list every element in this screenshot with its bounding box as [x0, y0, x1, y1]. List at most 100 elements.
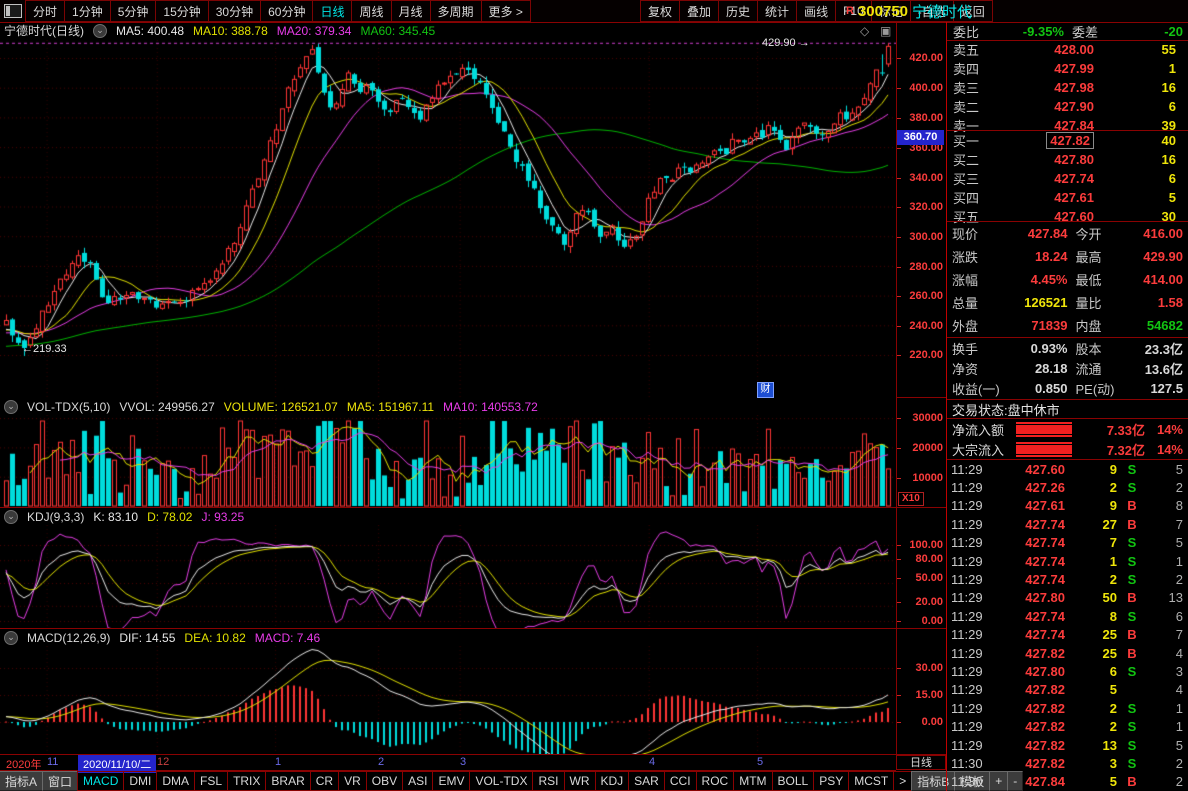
level-price-value: 427.90 [1054, 99, 1094, 114]
volume-canvas[interactable] [0, 415, 896, 507]
y-axis-label: 50.00 [915, 572, 943, 584]
minimize-window-icon[interactable]: ▣ [880, 24, 891, 38]
bid-row[interactable]: 买二427.8016 [947, 150, 1188, 169]
macd-canvas[interactable] [0, 646, 896, 754]
tick-flag: B [1117, 774, 1147, 789]
tick-volume: 5 [1065, 682, 1117, 697]
ask-row[interactable]: 卖三427.9816 [947, 78, 1188, 97]
period-button-15分钟[interactable]: 15分钟 [155, 0, 208, 22]
tick-volume: 2 [1065, 701, 1117, 716]
tick-time: 11:29 [947, 701, 993, 716]
volume-pane: ⌄ VOL-TDX(5,10)VVOL: 249956.27VOLUME: 12… [0, 398, 946, 508]
flow-label: 净流入额 [947, 420, 1016, 439]
tick-time: 11:29 [947, 609, 993, 624]
ask-row[interactable]: 卖五428.0055 [947, 40, 1188, 59]
period-button-日线[interactable]: 日线 [312, 0, 352, 22]
ask-row[interactable]: 卖四427.991 [947, 59, 1188, 78]
indicator-tab-VOL-TDX[interactable]: VOL-TDX [469, 771, 533, 791]
indicator-tab-KDJ[interactable]: KDJ [595, 771, 630, 791]
tick-row: 11:29427.609S5 [947, 460, 1188, 478]
indicator-tab-BOLL[interactable]: BOLL [772, 771, 815, 791]
tick-time: 11:30 [947, 756, 993, 771]
action-button-历史[interactable]: 历史 [718, 0, 758, 22]
tick-list[interactable]: 11:29427.609S511:29427.262S211:29427.619… [947, 460, 1188, 791]
period-bar: 分时1分钟5分钟15分钟30分钟60分钟日线周线月线多周期更多 > [26, 0, 531, 22]
indicator-tab-BRAR[interactable]: BRAR [265, 771, 310, 791]
action-button-复权[interactable]: 复权 [640, 0, 680, 22]
level-price: 427.90 [999, 99, 1120, 114]
main-candlestick-canvas[interactable] [0, 40, 896, 398]
flow-value: 7.33亿 [1072, 420, 1145, 439]
indicator-tab-指标A[interactable]: 指标A [0, 771, 43, 791]
quote-value: 414.00 [1126, 272, 1188, 287]
kdj-canvas[interactable] [0, 525, 896, 628]
diamond-marker-icon[interactable]: ◇ [860, 24, 869, 38]
action-button-画线[interactable]: 画线 [796, 0, 836, 22]
bid-row[interactable]: 买一427.8240 [947, 131, 1188, 150]
level-price-value: 427.74 [1054, 171, 1094, 186]
legend-item: VVOL: 249956.27 [119, 400, 214, 414]
indicator-tab-MACD[interactable]: MACD [77, 771, 124, 791]
indicator-tab-EMV[interactable]: EMV [432, 771, 470, 791]
indicator-tab-CR[interactable]: CR [310, 771, 339, 791]
period-button-月线[interactable]: 月线 [391, 0, 431, 22]
period-button-更多 >[interactable]: 更多 > [481, 0, 531, 22]
registered-flag: R [846, 5, 854, 17]
tick-row: 11:29427.8254 [947, 681, 1188, 699]
tick-time: 11:29 [947, 738, 993, 753]
indicator-tab-CCI[interactable]: CCI [664, 771, 697, 791]
indicator-tab-SAR[interactable]: SAR [628, 771, 665, 791]
indicator-tab-MCST[interactable]: MCST [848, 771, 894, 791]
action-button-统计[interactable]: 统计 [757, 0, 797, 22]
ask-levels: 卖五428.0055卖四427.991卖三427.9816卖二427.906卖一… [947, 40, 1188, 130]
tick-flag: S [1117, 701, 1147, 716]
period-button-1分钟[interactable]: 1分钟 [64, 0, 111, 22]
indicator-tab-PSY[interactable]: PSY [813, 771, 849, 791]
tick-flag: B [1117, 646, 1147, 661]
tick-count: 2 [1147, 774, 1188, 789]
legend-item: MA20: 379.34 [277, 24, 352, 38]
collapse-icon[interactable]: ⌄ [93, 24, 107, 38]
indicator-tab-FSL[interactable]: FSL [194, 771, 228, 791]
legend-item: VOLUME: 126521.07 [224, 400, 338, 414]
period-button-60分钟[interactable]: 60分钟 [260, 0, 313, 22]
period-button-周线[interactable]: 周线 [351, 0, 391, 22]
axis-tick [897, 178, 901, 179]
collapse-icon[interactable]: ⌄ [4, 631, 18, 645]
collapse-icon[interactable]: ⌄ [4, 510, 18, 524]
indicator-tab-OBV[interactable]: OBV [366, 771, 403, 791]
indicator-tab-窗口[interactable]: 窗口 [42, 771, 78, 791]
window-layout-icon[interactable] [4, 4, 22, 18]
ask-row[interactable]: 卖二427.906 [947, 97, 1188, 116]
collapse-icon[interactable]: ⌄ [4, 400, 18, 414]
indicator-tab-ROC[interactable]: ROC [696, 771, 735, 791]
bid-row[interactable]: 买四427.615 [947, 188, 1188, 207]
period-button-分时[interactable]: 分时 [25, 0, 65, 22]
indicator-tab-VR[interactable]: VR [338, 771, 367, 791]
indicator-tab-RSI[interactable]: RSI [532, 771, 564, 791]
period-button-30分钟[interactable]: 30分钟 [208, 0, 261, 22]
tick-flag: B [1117, 498, 1147, 513]
period-button-多周期[interactable]: 多周期 [430, 0, 482, 22]
tick-time: 11:29 [947, 682, 993, 697]
indicator-tab-TRIX[interactable]: TRIX [227, 771, 266, 791]
tick-time: 11:29 [947, 535, 993, 550]
event-badge[interactable]: 财 [757, 382, 774, 398]
tick-price: 427.74 [993, 572, 1065, 587]
period-button-5分钟[interactable]: 5分钟 [110, 0, 157, 22]
action-button-叠加[interactable]: 叠加 [679, 0, 719, 22]
date-axis[interactable]: 2020年 2020/11/10/二 111212345 [0, 755, 896, 771]
indicator-tab-MTM[interactable]: MTM [733, 771, 772, 791]
tick-count: 2 [1147, 756, 1188, 771]
bid-row[interactable]: 买三427.746 [947, 169, 1188, 188]
tick-time: 11:29 [947, 462, 993, 477]
indicator-tab-ASI[interactable]: ASI [402, 771, 433, 791]
indicator-tab-WR[interactable]: WR [564, 771, 596, 791]
tick-row: 11:29427.748S6 [947, 607, 1188, 625]
indicator-tab->[interactable]: > [893, 771, 912, 791]
volume-unit-label: X10 [898, 492, 924, 506]
indicator-tab-DMA[interactable]: DMA [156, 771, 195, 791]
level-qty: 40 [1120, 133, 1188, 148]
level-price: 427.80 [999, 152, 1120, 167]
indicator-tab-DMI[interactable]: DMI [123, 771, 157, 791]
